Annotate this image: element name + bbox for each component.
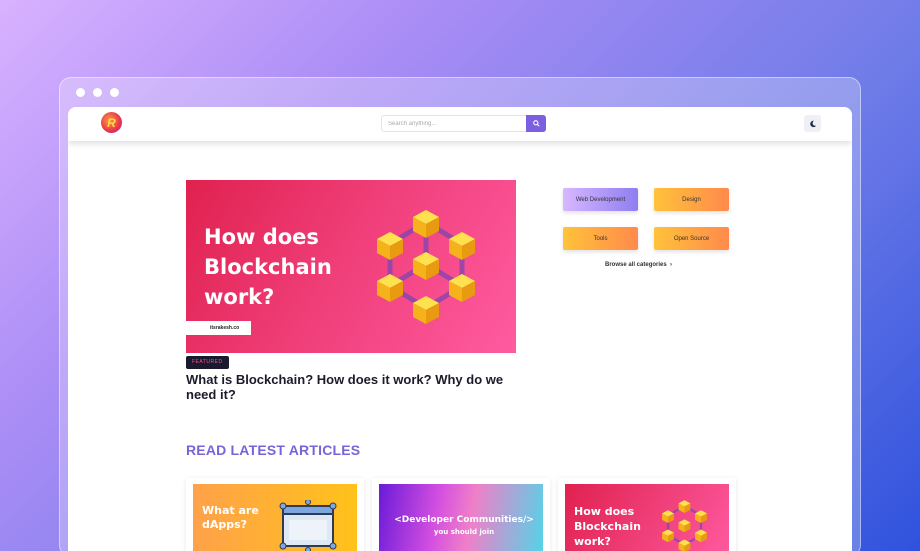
blockchain-cubes-icon [662, 500, 707, 551]
article-card-image: <Developer Communities/> you should join [379, 484, 543, 551]
featured-badge: FEATURED [186, 356, 229, 369]
search-icon [532, 120, 540, 127]
featured-article-title[interactable]: What is Blockchain? How does it work? Wh… [186, 372, 526, 402]
moon-icon [809, 120, 816, 127]
browser-window: R How does Blockchain work? [59, 77, 861, 551]
browse-all-categories-link[interactable]: Browse all categories › [605, 262, 672, 268]
window-controls [76, 88, 119, 97]
search-bar [381, 115, 546, 132]
article-card-blockchain[interactable]: How does Blockchain work? [558, 478, 736, 551]
category-tools[interactable]: Tools [563, 227, 638, 250]
category-design[interactable]: Design [654, 188, 729, 211]
chevron-right-icon: › [668, 262, 673, 268]
site-header: R [68, 107, 852, 141]
card-image-text: How does Blockchain work? [574, 505, 641, 548]
theme-toggle-button[interactable] [804, 115, 821, 132]
web-page: R How does Blockchain work? [68, 107, 852, 551]
search-button[interactable] [526, 115, 546, 132]
card-image-text: <Developer Communities/> [394, 515, 534, 525]
card-image-subtext: you should join [433, 528, 495, 536]
featured-image-text: How does Blockchain work? [204, 225, 332, 309]
article-card-dapps[interactable]: What are dApps? [186, 478, 364, 551]
category-open-source[interactable]: Open Source [654, 227, 729, 250]
browse-label: Browse all categories [605, 262, 667, 268]
search-input[interactable] [381, 115, 526, 132]
site-logo[interactable]: R [101, 112, 122, 133]
featured-article-image[interactable]: How does Blockchain work? itsrakesh.co [186, 180, 516, 353]
card-image-text: What are dApps? [202, 504, 259, 531]
article-card-image: How does Blockchain work? [565, 484, 729, 551]
article-card-developer-communities[interactable]: <Developer Communities/> you should join [372, 478, 550, 551]
featured-watermark: itsrakesh.co [186, 321, 251, 335]
article-card-image: What are dApps? [193, 484, 357, 551]
blockchain-cubes-illustration [377, 210, 475, 324]
window-dot-close[interactable] [76, 88, 85, 97]
window-dot-maximize[interactable] [110, 88, 119, 97]
category-web-development[interactable]: Web Development [563, 188, 638, 211]
window-dot-minimize[interactable] [93, 88, 102, 97]
latest-articles-heading: READ LATEST ARTICLES [186, 442, 361, 458]
dapp-window-icon [279, 500, 337, 551]
